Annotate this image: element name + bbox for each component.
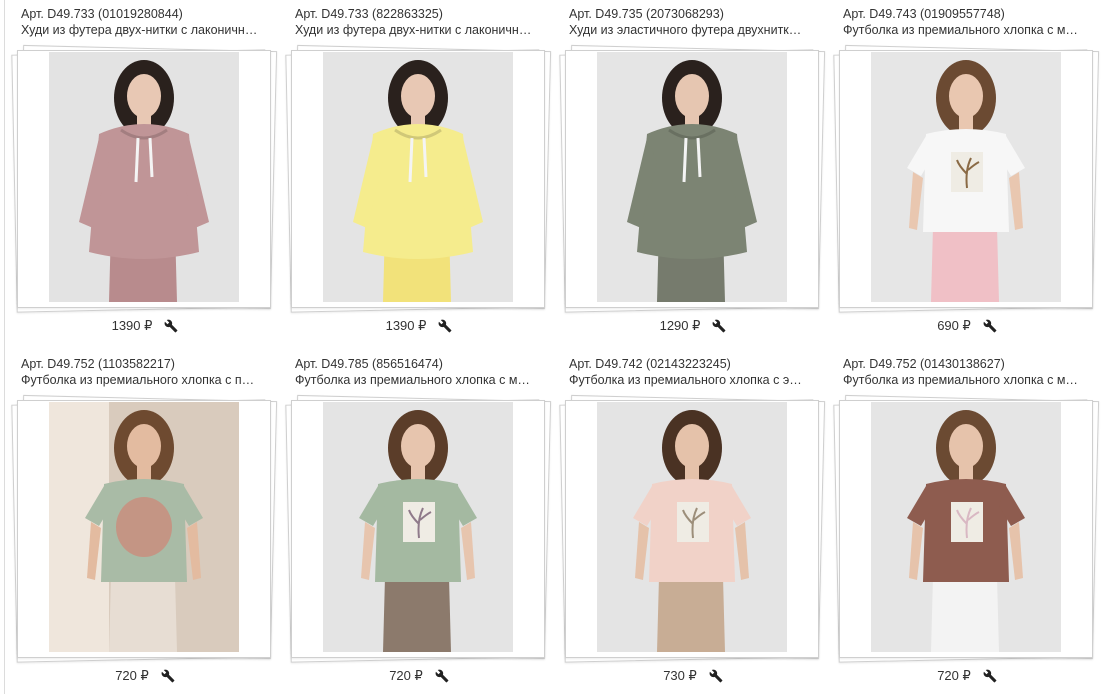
product-sku: Арт. D49.733 (822863325) — [295, 7, 443, 21]
product-sku: Арт. D49.742 (02143223245) — [569, 357, 731, 371]
product-title[interactable]: Худи из футера двух-нитки с лаконичн… — [10, 22, 273, 38]
model-hoodie — [363, 124, 473, 259]
model-face — [127, 424, 161, 468]
product-card[interactable]: Арт. D49.785 (856516474) Футболка из прем… — [284, 356, 554, 692]
product-card[interactable]: Арт. D49.735 (2073068293) Худи из эластич… — [558, 6, 828, 342]
product-card[interactable]: Арт. D49.752 (1103582217) Футболка из пре… — [10, 356, 280, 692]
product-image-stack[interactable] — [559, 394, 826, 664]
model-bottoms — [657, 577, 725, 652]
drawstring-right — [422, 137, 428, 178]
product-title[interactable]: Футболка из премиального хлопка с п… — [10, 372, 273, 388]
model-bottoms — [109, 577, 177, 652]
drawstring-left — [682, 137, 688, 183]
price-row: 720 ₽ — [284, 668, 554, 684]
price-row: 690 ₽ — [832, 318, 1102, 334]
price-row: 1390 ₽ — [10, 318, 280, 334]
product-title[interactable]: Футболка из премиального хлопка с м… — [284, 372, 547, 388]
product-card[interactable]: Арт. D49.733 (01019280844) Худи из футера… — [10, 6, 280, 342]
product-card[interactable]: Арт. D49.733 (822863325) Худи из футера д… — [284, 6, 554, 342]
product-price: 1390 ₽ — [385, 318, 427, 333]
price-row: 1290 ₽ — [558, 318, 828, 334]
photo-window-light — [49, 402, 109, 652]
drawstring-right — [148, 137, 154, 178]
wrench-icon[interactable] — [435, 669, 449, 683]
wrench-icon[interactable] — [983, 319, 997, 333]
product-photo[interactable] — [49, 52, 239, 302]
price-row: 1390 ₽ — [284, 318, 554, 334]
product-photo[interactable] — [597, 402, 787, 652]
drawstring-left — [134, 137, 140, 183]
product-image-stack[interactable] — [559, 44, 826, 314]
product-price: 720 ₽ — [389, 668, 423, 683]
product-sku: Арт. D49.752 (1103582217) — [21, 357, 175, 371]
model-bottoms — [931, 227, 999, 302]
model-face — [127, 74, 161, 118]
product-title[interactable]: Футболка из премиального хлопка с э… — [558, 372, 821, 388]
product-price: 730 ₽ — [663, 668, 697, 683]
product-card[interactable]: Арт. D49.743 (01909557748) Футболка из пр… — [832, 6, 1102, 342]
wrench-icon[interactable] — [712, 319, 726, 333]
product-grid: Арт. D49.733 (01019280844) Худи из футера… — [10, 6, 1102, 692]
product-sku: Арт. D49.735 (2073068293) — [569, 7, 724, 21]
shirt-print — [116, 497, 172, 557]
wrench-icon[interactable] — [161, 669, 175, 683]
price-row: 720 ₽ — [832, 668, 1102, 684]
product-price: 690 ₽ — [937, 318, 971, 333]
wrench-icon[interactable] — [983, 669, 997, 683]
product-photo[interactable] — [49, 402, 239, 652]
product-price: 1290 ₽ — [659, 318, 701, 333]
product-photo[interactable] — [323, 402, 513, 652]
product-photo[interactable] — [871, 402, 1061, 652]
product-photo[interactable] — [597, 52, 787, 302]
model-face — [675, 74, 709, 118]
window-frame-edge — [4, 0, 5, 694]
wrench-icon[interactable] — [164, 319, 178, 333]
wrench-icon[interactable] — [438, 319, 452, 333]
product-sku: Арт. D49.785 (856516474) — [295, 357, 443, 371]
model-face — [675, 424, 709, 468]
price-row: 720 ₽ — [10, 668, 280, 684]
product-image-stack[interactable] — [285, 394, 552, 664]
product-sku: Арт. D49.752 (01430138627) — [843, 357, 1005, 371]
product-card[interactable]: Арт. D49.742 (02143223245) Футболка из пр… — [558, 356, 828, 692]
drawstring-left — [408, 137, 414, 183]
product-photo[interactable] — [871, 52, 1061, 302]
product-sku: Арт. D49.743 (01909557748) — [843, 7, 1005, 21]
product-title[interactable]: Худи из футера двух-нитки с лаконичн… — [284, 22, 547, 38]
model-bottoms — [931, 577, 999, 652]
product-title[interactable]: Футболка из премиального хлопка с м… — [832, 372, 1095, 388]
price-row: 730 ₽ — [558, 668, 828, 684]
product-price: 720 ₽ — [115, 668, 149, 683]
product-title[interactable]: Футболка из премиального хлопка с м… — [832, 22, 1095, 38]
product-image-stack[interactable] — [833, 44, 1100, 314]
product-sku: Арт. D49.733 (01019280844) — [21, 7, 183, 21]
product-price: 1390 ₽ — [111, 318, 153, 333]
model-bottoms — [383, 577, 451, 652]
drawstring-right — [696, 137, 702, 178]
product-image-stack[interactable] — [11, 394, 278, 664]
model-hoodie — [89, 124, 199, 259]
product-image-stack[interactable] — [285, 44, 552, 314]
model-face — [401, 74, 435, 118]
model-face — [401, 424, 435, 468]
product-image-stack[interactable] — [833, 394, 1100, 664]
product-image-stack[interactable] — [11, 44, 278, 314]
model-hoodie — [637, 124, 747, 259]
product-title[interactable]: Худи из эластичного футера двухнитк… — [558, 22, 821, 38]
wrench-icon[interactable] — [709, 669, 723, 683]
product-card[interactable]: Арт. D49.752 (01430138627) Футболка из пр… — [832, 356, 1102, 692]
product-price: 720 ₽ — [937, 668, 971, 683]
model-face — [949, 424, 983, 468]
product-photo[interactable] — [323, 52, 513, 302]
model-face — [949, 74, 983, 118]
